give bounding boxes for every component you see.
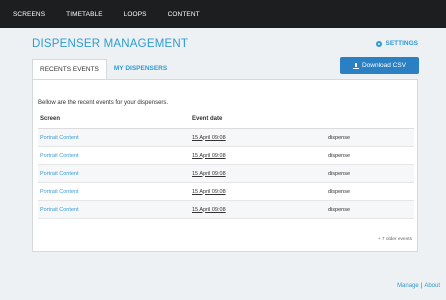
event-type: dispense <box>328 134 351 141</box>
table-row: Portrait Content 15 April 09:08 dispense <box>38 129 414 147</box>
event-type: dispense <box>328 152 351 159</box>
page-title: DISPENSER MANAGEMENT <box>32 38 189 50</box>
table-row: Portrait Content 15 April 09:08 dispense <box>38 147 414 165</box>
nav-item-content[interactable]: CONTENT <box>168 11 200 18</box>
event-type: dispense <box>328 188 351 195</box>
table-row: Portrait Content 15 April 09:08 dispense <box>38 183 414 201</box>
tab-my-dispensers[interactable]: MY DISPENSERS <box>107 59 174 79</box>
gear-icon <box>376 40 383 47</box>
screen-link[interactable]: Portrait Content <box>38 189 192 195</box>
events-panel: Bellow are the recent events for your di… <box>32 79 418 252</box>
screen-link[interactable]: Portrait Content <box>38 171 192 177</box>
tab-recent-events[interactable]: RECENTS EVENTS <box>32 59 107 79</box>
event-date: 15 April 09:08 <box>192 170 226 177</box>
nav-item-loops[interactable]: LOOPS <box>124 11 147 18</box>
footer-separator: | <box>420 283 423 289</box>
nav-item-screens[interactable]: SCREENS <box>13 11 45 18</box>
download-icon <box>352 62 359 69</box>
download-csv-label: Download CSV <box>361 62 407 69</box>
event-type: dispense <box>328 206 351 213</box>
event-date: 15 April 09:08 <box>192 152 226 159</box>
event-date: 15 April 09:08 <box>192 188 226 195</box>
table-row: Portrait Content 15 April 09:08 dispense <box>38 165 414 183</box>
settings-link[interactable]: SETTINGS <box>376 40 418 47</box>
nav-item-timetable[interactable]: TIMETABLE <box>66 11 103 18</box>
column-header-event-date: Event date <box>192 116 223 122</box>
table-body: Portrait Content 15 April 09:08 dispense… <box>38 129 414 219</box>
tab-bar: RECENTS EVENTS MY DISPENSERS <box>32 59 174 79</box>
table-row: Portrait Content 15 April 09:08 dispense <box>38 201 414 219</box>
page-header: DISPENSER MANAGEMENT SETTINGS <box>32 38 418 56</box>
about-link[interactable]: About <box>424 283 440 289</box>
older-events-link[interactable]: + 7 older events <box>378 237 412 242</box>
column-header-event <box>328 116 414 128</box>
download-csv-button[interactable]: Download CSV <box>340 57 419 74</box>
intro-text: Bellow are the recent events for your di… <box>38 100 169 106</box>
manage-link[interactable]: Manage <box>397 283 419 289</box>
screen-link[interactable]: Portrait Content <box>38 135 192 141</box>
table-header: Screen Event date <box>38 116 414 129</box>
events-table: Screen Event date Portrait Content 15 Ap… <box>38 116 414 219</box>
event-type: dispense <box>328 170 351 177</box>
event-date: 15 April 09:08 <box>192 206 226 213</box>
settings-label: SETTINGS <box>385 40 418 47</box>
top-nav: SCREENS TIMETABLE LOOPS CONTENT <box>0 0 446 28</box>
footer: Manage | About <box>397 283 440 289</box>
column-header-screen: Screen <box>40 116 61 122</box>
screen-link[interactable]: Portrait Content <box>38 153 192 159</box>
event-date: 15 April 09:08 <box>192 134 226 141</box>
screen-link[interactable]: Portrait Content <box>38 207 192 213</box>
